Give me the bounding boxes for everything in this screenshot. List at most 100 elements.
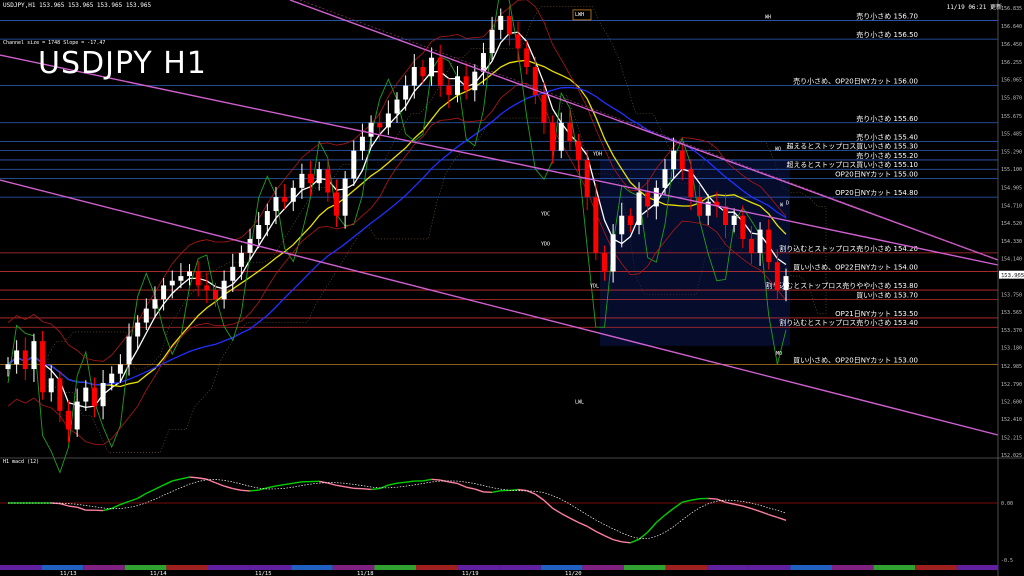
candle-body [152,299,158,309]
price-level-label: 買い小さめ、OP20日NYカット 153.00 [793,355,918,364]
candle-body [161,285,167,300]
price-level-label: 売り小さめ、OP20日NYカット 156.00 [793,77,918,86]
session-strip [956,565,999,570]
level-tag: MO [776,351,782,357]
candle-body [679,150,685,170]
candle-body [342,178,348,216]
usdjpy-h1-chart[interactable]: 売り小さめ 156.70 売り小さめ 156.50 売り小さめ、OP20日NYカット… [0,0,1024,576]
price-tick-label: 156.450 [1001,42,1022,48]
candle-body [722,206,728,225]
level-tag: LWL [575,399,584,405]
price-tick-label: 153.750 [1001,293,1022,299]
price-level-label: 割り込むとストップロス売り小さめ 153.40 [779,318,918,327]
session-strip [249,565,292,570]
macd-label: H1 macd (12) [3,459,40,465]
candle-body [783,276,789,291]
price-tick-label: 152.215 [1001,435,1022,441]
candle-body [498,15,504,30]
session-strip [832,565,874,570]
candle-body [766,229,772,263]
candle-body [83,387,89,402]
session-strip [624,565,666,570]
candle-body [57,378,63,411]
level-tag: WH [765,15,771,21]
price-tick-label: 153.945 [1001,275,1022,281]
candle-body [333,192,339,216]
date-tick-label: 11/15 [255,571,272,576]
candle-body [14,350,20,365]
price-level-label: 売り小さめ 156.50 [856,30,918,39]
candle-body [100,382,106,407]
candle-body [593,197,599,253]
price-level-label: 売り小さめ 155.20 [856,151,918,160]
update-timestamp: 11/19 06:21 更新 [946,4,1002,11]
candle-body [662,169,668,188]
candle-body [256,224,262,239]
candle-body [757,229,763,253]
candle-body [403,85,409,100]
macd-line-segment [362,487,372,491]
price-level-label: 超えるとストップロス買い小さめ 155.10 [786,160,918,169]
candle-body [610,234,616,272]
price-level-label: 超えるとストップロス買い小さめ 155.30 [786,142,918,151]
candle-body [558,122,564,151]
candle-body [394,99,400,114]
candle-body [420,67,426,77]
candle-body [187,271,193,277]
session-strip [499,565,541,570]
price-tick-label: 155.675 [1001,114,1022,120]
candle-body [671,150,677,170]
candle-body [385,113,391,128]
candle-body [411,67,417,86]
level-tag: D [786,201,789,207]
candle-body [576,141,582,160]
candle-body [472,71,478,91]
candle-body [178,276,184,281]
candle-body [506,15,512,35]
candle-body [748,238,754,253]
candle-body [316,169,322,184]
price-level-label: OP20日NYカット 154.80 [835,189,918,197]
candle-body [74,401,80,430]
candle-body [567,122,573,142]
candle-body [143,308,149,323]
candle-body [377,122,383,128]
macd-line-segment [708,497,717,500]
price-tick-label: 156.835 [1001,6,1022,12]
price-tick-label: 152.600 [1001,400,1022,406]
candle-body [774,262,780,291]
session-strip [416,565,458,570]
candle-body [282,197,288,202]
candle-body [688,169,694,198]
price-level-label: 売り小さめ 156.70 [856,12,918,21]
candle-body [212,290,218,300]
candle-body [91,387,97,407]
price-tick-label: 154.330 [1001,239,1022,245]
session-strip [332,565,375,570]
price-tick-label: 156.640 [1001,24,1022,30]
session-strip [374,565,416,570]
candle-body [463,76,469,91]
session-strip [83,565,125,570]
candle-body [697,197,703,216]
candle-body [195,271,201,286]
macd-tick-label: -0.5 [1001,558,1013,564]
candle-body [731,215,737,225]
session-strip [0,565,42,570]
price-tick-label: 152.985 [1001,364,1022,370]
macd-line-segment [241,489,251,492]
candle-body [117,364,123,374]
candle-body [446,85,452,95]
date-tick-label: 11/13 [60,571,77,576]
candle-body [325,169,331,193]
candle-body [204,285,210,291]
level-tag: YDH [593,151,602,157]
level-tag: YDO [541,241,550,247]
price-level-label: 売り小さめ 155.40 [856,132,918,141]
price-tick-label: 154.520 [1001,221,1022,227]
candle-body [541,94,547,123]
price-tick-label: 154.905 [1001,185,1022,191]
macd-line-segment [51,502,60,505]
session-strip [208,565,250,570]
candle-body [169,280,175,286]
